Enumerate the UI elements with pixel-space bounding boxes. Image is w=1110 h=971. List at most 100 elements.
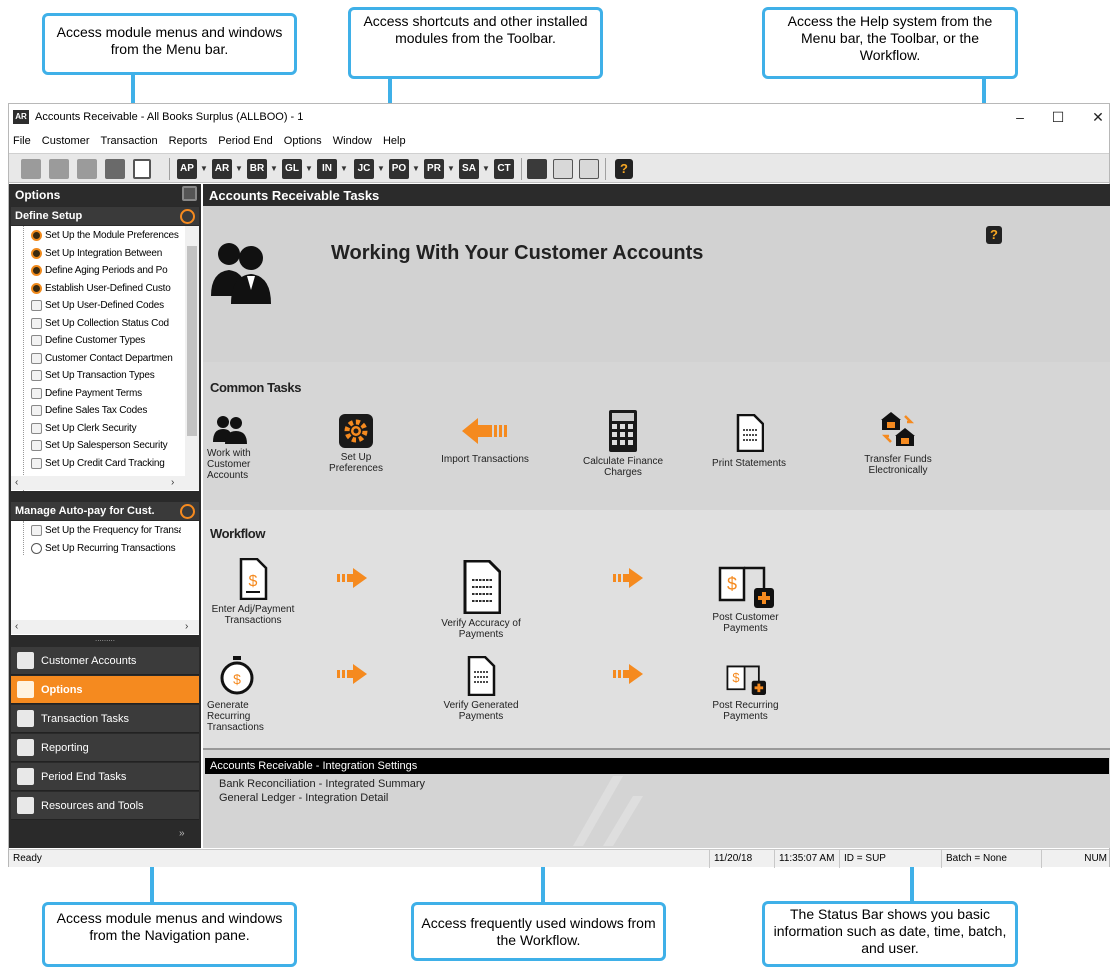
- task-verify-accuracy-of-payments[interactable]: Verify Accuracy of Payments: [436, 560, 526, 640]
- task-generate-recurring-transactions[interactable]: $ Generate Recurring Transactions: [207, 656, 277, 733]
- module-sa-button[interactable]: SA: [459, 159, 479, 179]
- chevron-down-icon[interactable]: ▼: [270, 159, 278, 179]
- task-transfer-funds-electronically[interactable]: Transfer Funds Electronically: [853, 410, 943, 476]
- task-import-transactions[interactable]: Import Transactions: [435, 418, 535, 465]
- module-ap-button[interactable]: AP: [177, 159, 197, 179]
- setup-list: Set Up the Module Preferences Set Up Inte…: [11, 227, 181, 472]
- task-set-up-preferences[interactable]: Set Up Preferences: [321, 414, 391, 474]
- module-jc-button[interactable]: JC: [354, 159, 374, 179]
- tree-item[interactable]: Define Sales Tax Codes: [11, 402, 181, 420]
- tree-item[interactable]: Set Up Clerk Security: [11, 420, 181, 438]
- chevron-down-icon[interactable]: ▼: [235, 159, 243, 179]
- chevron-down-icon[interactable]: ▼: [412, 159, 420, 179]
- menu-reports[interactable]: Reports: [165, 131, 212, 147]
- task-label: Print Statements: [712, 458, 786, 469]
- presentation-alt-icon[interactable]: [579, 159, 599, 179]
- menu-window[interactable]: Window: [329, 131, 376, 147]
- nav-resources-tools[interactable]: Resources and Tools: [11, 792, 199, 820]
- menu-file[interactable]: File: [9, 131, 35, 147]
- chevron-down-icon[interactable]: ▼: [340, 159, 348, 179]
- task-label: Verify Accuracy of Payments: [441, 618, 521, 640]
- toolbar-save-icon[interactable]: [49, 159, 69, 179]
- tree-item[interactable]: Set Up the Module Preferences: [11, 227, 181, 245]
- scroll-right-icon[interactable]: ›: [171, 476, 174, 490]
- tree-item[interactable]: Set Up Transaction Types: [11, 367, 181, 385]
- workflow-help-icon[interactable]: ?: [986, 226, 1002, 244]
- task-work-with-customer-accounts[interactable]: Work with Customer Accounts: [207, 414, 267, 481]
- task-verify-generated-payments[interactable]: Verify Generated Payments: [431, 656, 531, 722]
- nav-transaction-tasks[interactable]: Transaction Tasks: [11, 705, 199, 733]
- scroll-thumb[interactable]: [187, 246, 197, 436]
- minimize-button[interactable]: –: [1005, 108, 1035, 126]
- vertical-scrollbar[interactable]: [185, 226, 199, 476]
- menu-customer[interactable]: Customer: [38, 131, 94, 147]
- tree-item[interactable]: Set Up Integration Between: [11, 245, 181, 263]
- scroll-right-icon[interactable]: ›: [185, 620, 188, 634]
- tree-item[interactable]: Customer Contact Departmen: [11, 350, 181, 368]
- module-gl-button[interactable]: GL: [282, 159, 302, 179]
- nav-options[interactable]: Options: [11, 676, 199, 704]
- toolbar-export-icon[interactable]: [77, 159, 97, 179]
- gear-icon: [31, 282, 42, 294]
- tree-item[interactable]: Set Up the Frequency for Transa: [11, 522, 181, 540]
- toolbar-help-icon[interactable]: ?: [615, 159, 633, 179]
- bank-reconciliation-link[interactable]: Bank Reconciliation - Integrated Summary: [219, 778, 425, 790]
- nav-resources-tools-label: Resources and Tools: [41, 800, 144, 812]
- menu-transaction[interactable]: Transaction: [97, 131, 162, 147]
- chevron-down-icon[interactable]: ▼: [305, 159, 313, 179]
- tree-item[interactable]: Define Aging Periods and Po: [11, 262, 181, 280]
- tree-item[interactable]: Set Up Salesperson Security: [11, 437, 181, 455]
- collapse-icon[interactable]: [180, 209, 195, 224]
- tree-item[interactable]: Establish User-Defined Custo: [11, 280, 181, 298]
- maximize-button[interactable]: ☐: [1043, 108, 1073, 126]
- module-pr-button[interactable]: PR: [424, 159, 444, 179]
- task-post-recurring-payments[interactable]: $ Post Recurring Payments: [703, 664, 788, 722]
- tree-item[interactable]: Set Up Collection Status Cod: [11, 315, 181, 333]
- tree-item[interactable]: Set Up User-Defined Codes: [11, 297, 181, 315]
- chart-icon[interactable]: [527, 159, 547, 179]
- task-post-customer-payments[interactable]: $ Post Customer Payments: [703, 566, 788, 634]
- close-button[interactable]: ✕: [1083, 108, 1110, 126]
- nav-reporting-label: Reporting: [41, 742, 89, 754]
- presentation-icon[interactable]: [553, 159, 573, 179]
- module-ct-button[interactable]: CT: [494, 159, 514, 179]
- task-enter-adj-payment-transactions[interactable]: $ Enter Adj/Payment Transactions: [207, 558, 299, 626]
- module-in-button[interactable]: IN: [317, 159, 337, 179]
- nav-reporting[interactable]: Reporting: [11, 734, 199, 762]
- nav-collapse-button[interactable]: »: [179, 828, 185, 839]
- toolbar-lookup-icon[interactable]: [105, 159, 125, 179]
- general-ledger-link[interactable]: General Ledger - Integration Detail: [219, 792, 388, 804]
- task-print-statements[interactable]: Print Statements: [709, 414, 789, 469]
- common-tasks-title: Common Tasks: [210, 380, 302, 395]
- refresh-icon[interactable]: [182, 186, 197, 201]
- module-po-button[interactable]: PO: [389, 159, 409, 179]
- horizontal-scrollbar[interactable]: ‹ ›: [11, 620, 199, 634]
- module-br-button[interactable]: BR: [247, 159, 267, 179]
- tree-item[interactable]: Define Customer Types: [11, 332, 181, 350]
- task-calculate-finance-charges[interactable]: Calculate Finance Charges: [578, 410, 668, 478]
- chevron-down-icon[interactable]: ▼: [447, 159, 455, 179]
- menu-help[interactable]: Help: [379, 131, 410, 147]
- tree-item[interactable]: Set Up Credit Card Tracking: [11, 455, 181, 473]
- horizontal-scrollbar[interactable]: ‹ ›: [11, 476, 199, 490]
- module-ar-button[interactable]: AR: [212, 159, 232, 179]
- chevron-down-icon[interactable]: ▼: [200, 159, 208, 179]
- toolbar-print-icon[interactable]: [21, 159, 41, 179]
- scroll-left-icon[interactable]: ‹: [15, 620, 18, 634]
- chevron-down-icon[interactable]: ▼: [482, 159, 490, 179]
- toolbar: AP ▼ AR ▼ BR ▼ GL ▼ IN ▼ JC ▼ PO ▼ PR ▼ …: [9, 153, 1109, 183]
- nav-period-end-tasks[interactable]: Period End Tasks: [11, 763, 199, 791]
- autopay-header[interactable]: Manage Auto-pay for Cust.: [11, 502, 199, 520]
- collapse-icon[interactable]: [180, 504, 195, 519]
- chevron-down-icon[interactable]: ▼: [377, 159, 385, 179]
- tree-item-label: Set Up Credit Card Tracking: [45, 457, 165, 469]
- nav-customer-accounts[interactable]: Customer Accounts: [11, 647, 199, 675]
- scroll-left-icon[interactable]: ‹: [15, 476, 18, 490]
- tree-item[interactable]: Define Payment Terms: [11, 385, 181, 403]
- menu-period-end[interactable]: Period End: [214, 131, 276, 147]
- define-setup-header[interactable]: Define Setup: [11, 207, 199, 225]
- nav-splitter[interactable]: .........: [11, 635, 199, 646]
- tree-item[interactable]: Set Up Recurring Transactions: [11, 540, 181, 558]
- toolbar-notes-icon[interactable]: [133, 159, 151, 179]
- menu-options[interactable]: Options: [280, 131, 326, 147]
